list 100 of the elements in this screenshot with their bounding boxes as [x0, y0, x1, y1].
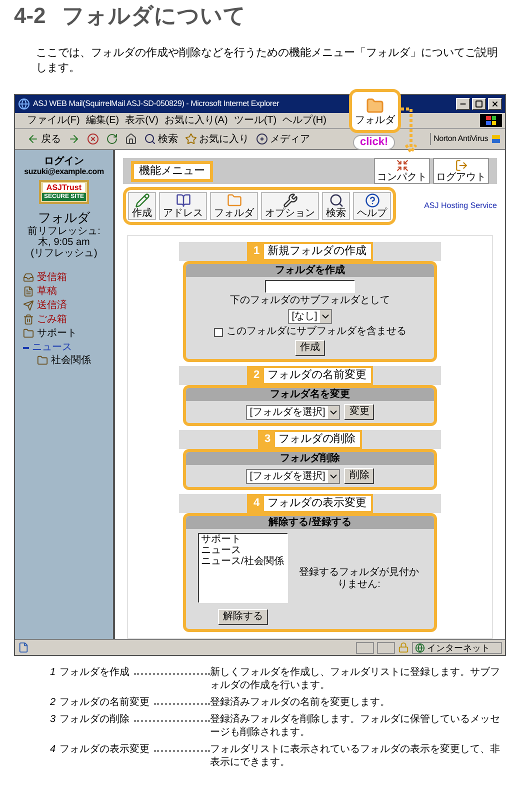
sidebar-title: フォルダ	[38, 210, 90, 226]
toolbar-button[interactable]: 検索	[144, 132, 178, 146]
window-title: ASJ WEB Mail(SquirrelMail ASJ-SD-050829) - Microsoft Internet Explorer	[33, 98, 280, 110]
home-icon	[125, 133, 137, 145]
note-number: 3	[50, 713, 56, 726]
folder-link[interactable]: 社会関係	[51, 354, 91, 367]
status-panel	[377, 642, 395, 654]
status-panel	[356, 642, 374, 654]
stop-icon	[87, 133, 99, 145]
toolbar-icon-button[interactable]	[106, 133, 118, 145]
toolbar-button[interactable]: メディア	[256, 132, 310, 146]
toolbar-button[interactable]: 戻る	[27, 132, 61, 146]
forward-arrow-icon	[68, 133, 80, 145]
folder-link[interactable]: 受信箱	[37, 271, 67, 284]
dropdown[interactable]: [フォルダを選択]	[246, 468, 340, 484]
section-number: 4-2	[14, 2, 46, 30]
submit-button[interactable]: 削除	[344, 468, 374, 484]
flag-icon	[480, 114, 502, 127]
login-label: ログイン	[44, 156, 84, 167]
menu-item[interactable]: ツール(T)	[234, 113, 277, 128]
function-button[interactable]: アドレス	[159, 192, 207, 220]
step-number: 2	[249, 368, 264, 383]
note-term: フォルダの表示変更	[60, 743, 150, 756]
step-label: フォルダの名前変更	[266, 368, 368, 383]
refresh-icon	[106, 133, 118, 145]
star-icon	[185, 133, 197, 145]
subfolder-label: 下のフォルダのサブフォルダとして	[230, 295, 390, 307]
submit-button[interactable]: 変更	[344, 404, 374, 420]
menu-item[interactable]: 編集(E)	[86, 113, 120, 128]
book-icon	[176, 193, 190, 208]
note-number: 2	[50, 696, 56, 709]
service-link[interactable]: ASJ Hosting Service	[424, 200, 497, 212]
function-button[interactable]: 作成	[128, 192, 156, 220]
menu-item[interactable]: ファイル(F)	[27, 113, 80, 128]
folder-icon	[37, 355, 48, 366]
panel-header: フォルダを作成	[186, 264, 434, 277]
function-button[interactable]: ヘルプ	[353, 192, 391, 220]
menu-item[interactable]: お気に入り(A)	[164, 113, 228, 128]
step-label: フォルダの削除	[278, 432, 357, 447]
menu-item[interactable]: 表示(V)	[125, 113, 158, 128]
header-button[interactable]: コンパクト	[374, 158, 430, 184]
folder-link[interactable]: 草稿	[37, 285, 57, 298]
inbox-icon	[23, 272, 34, 283]
checkbox[interactable]	[214, 328, 222, 336]
note-term: フォルダの名前変更	[60, 696, 150, 709]
toolbar-icon-button[interactable]	[87, 133, 99, 145]
folder-listbox[interactable]: サポート ニュース ニュース/社会関係	[198, 533, 288, 603]
refresh-link[interactable]: (リフレッシュ)	[30, 248, 98, 259]
note-number: 4	[50, 743, 56, 756]
step-number: 3	[260, 432, 275, 447]
listbox-option[interactable]: ニュース	[201, 545, 285, 556]
note-number: 1	[50, 666, 56, 679]
minimize-button[interactable]	[456, 98, 470, 110]
toolbar-icon-button[interactable]	[68, 133, 80, 145]
note-description: 登録済みフォルダを削除します。フォルダに保管しているメッセージも削除されます。	[210, 713, 501, 739]
create-button[interactable]: 作成	[295, 340, 325, 356]
folder-name-field[interactable]	[265, 280, 355, 293]
search-icon	[328, 193, 344, 208]
panel-header: 解除する/登録する	[186, 516, 434, 529]
function-button[interactable]: 検索	[322, 192, 350, 220]
header-button[interactable]: ログアウト	[433, 158, 489, 184]
user-email: suzuki@example.com	[24, 167, 104, 177]
document-icon	[23, 286, 34, 297]
menu-item[interactable]: ヘルプ(H)	[282, 113, 326, 128]
listbox-option[interactable]: ニュース/社会関係	[201, 556, 285, 567]
close-button[interactable]	[488, 98, 502, 110]
pencil-icon	[134, 193, 150, 208]
shrink-icon	[396, 159, 408, 172]
folder-link[interactable]: ごみ箱	[37, 313, 67, 326]
dropdown[interactable]: [なし]	[288, 309, 332, 324]
unsubscribe-button[interactable]: 解除する	[218, 609, 268, 625]
toolbar-button[interactable]: お気に入り	[185, 132, 249, 146]
dropdown[interactable]: [フォルダを選択]	[246, 404, 340, 420]
note-term: フォルダを作成	[60, 666, 130, 679]
paper-plane-icon	[23, 300, 34, 311]
step-number: 1	[249, 244, 264, 259]
back-arrow-icon	[27, 133, 39, 145]
browser-icon	[18, 98, 30, 110]
callout-label: フォルダ	[355, 114, 395, 126]
folder-icon	[226, 193, 242, 208]
shield-icon	[491, 134, 501, 144]
listbox-option[interactable]: サポート	[201, 534, 285, 545]
norton-button[interactable]: Norton AntiVirus	[430, 133, 501, 145]
zone-label: インターネット	[427, 642, 490, 652]
logout-icon	[454, 159, 468, 172]
folder-link[interactable]: ニュース	[32, 341, 72, 354]
step-number: 4	[249, 496, 264, 511]
folder-link[interactable]: 送信済	[37, 299, 67, 312]
function-menu-label: 機能メニュー	[131, 160, 213, 182]
badge-title: ASJTrust	[43, 183, 85, 192]
wrench-icon	[282, 193, 298, 208]
maximize-button[interactable]	[472, 98, 486, 110]
folder-link[interactable]: サポート	[37, 327, 77, 340]
note-description: 登録済みフォルダの名前を変更します。	[210, 696, 391, 709]
intro-text: ここでは、フォルダの作成や削除などを行うための機能メニュー「フォルダ」についてご説明します。	[35, 46, 499, 76]
function-button[interactable]: フォルダ	[210, 192, 258, 220]
globe-icon	[415, 642, 425, 652]
toolbar-icon-button[interactable]	[125, 133, 137, 145]
refresh-time: 木, 9:05 am	[38, 237, 90, 248]
function-button[interactable]: オプション	[261, 192, 319, 220]
